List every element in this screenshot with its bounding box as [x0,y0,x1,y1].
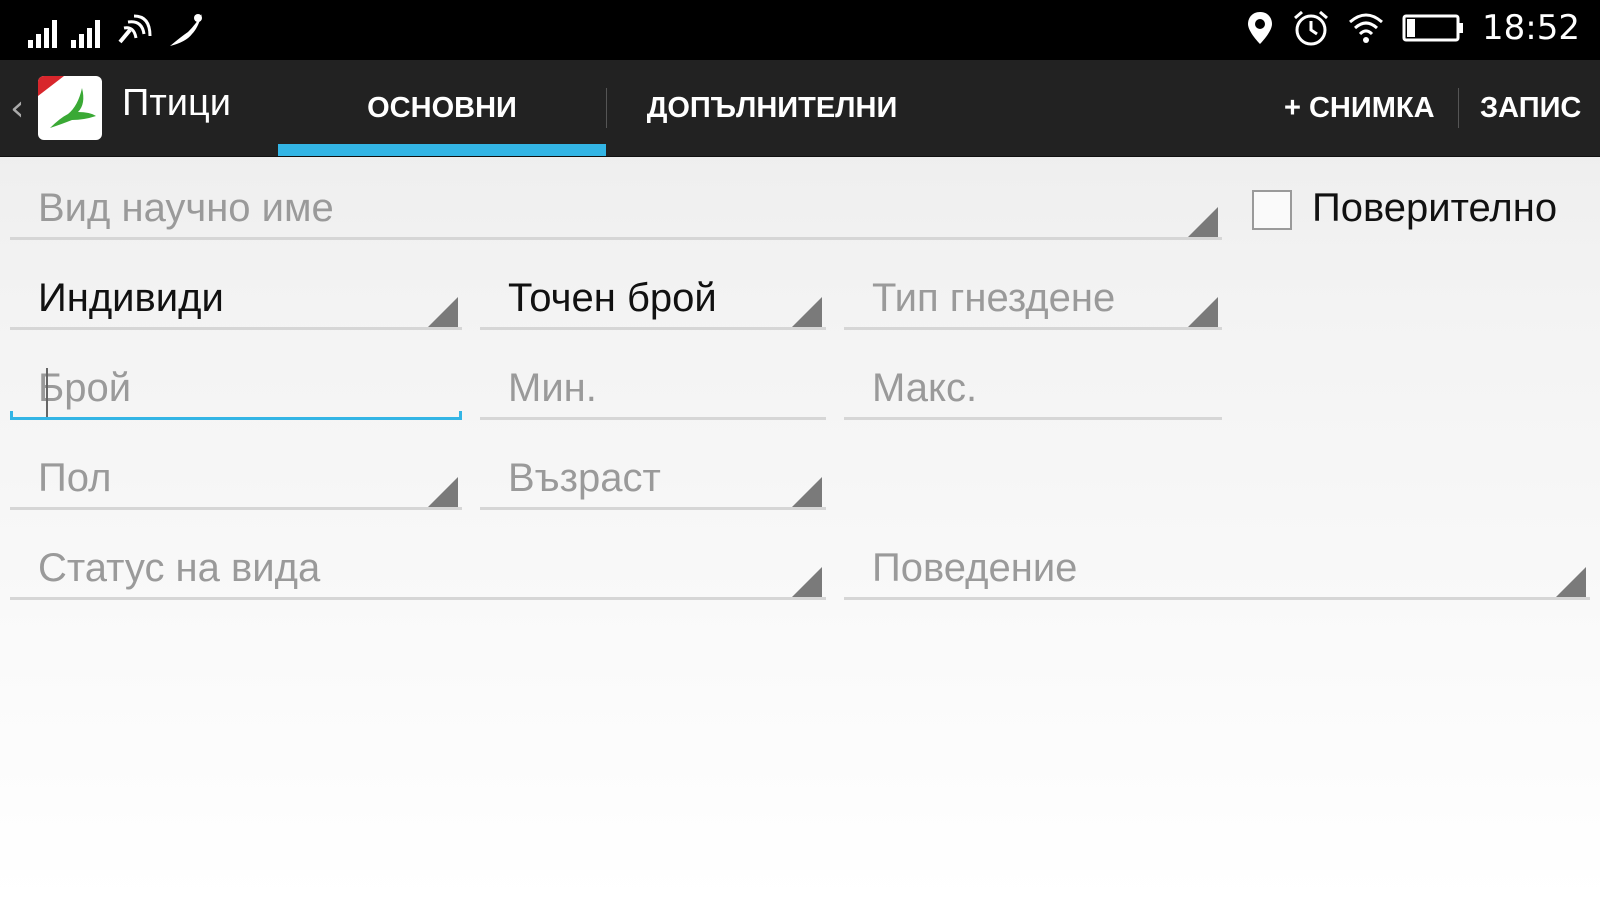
signal-icon [71,16,100,48]
age-placeholder: Възраст [508,456,661,500]
age-dropdown[interactable]: Възраст [480,450,826,510]
save-button[interactable]: ЗАПИС [1480,60,1581,156]
confidential-label: Поверително [1312,186,1558,230]
count-type-dropdown[interactable]: Точен брой [480,270,826,330]
unit-value: Индивиди [38,276,224,320]
bird-logo-icon [38,76,96,128]
clock-time: 18:52 [1482,8,1580,48]
field-underline [10,327,462,330]
add-photo-label: + СНИМКА [1284,91,1435,124]
dropdown-arrow-icon [428,477,458,507]
field-underline [480,417,826,420]
tab-divider [606,88,607,128]
tab-basic[interactable]: ОСНОВНИ [278,60,606,156]
sex-dropdown[interactable]: Пол [10,450,462,510]
dropdown-arrow-icon [792,567,822,597]
app-logo[interactable] [38,76,102,140]
min-placeholder: Мин. [508,366,597,410]
dropdown-arrow-icon [1556,567,1586,597]
back-chevron-icon[interactable]: ‹ [10,88,24,129]
field-underline [844,417,1222,420]
field-underline [480,507,826,510]
max-input[interactable]: Макс. [844,360,1222,420]
status-icons-left [28,12,208,48]
sex-placeholder: Пол [38,456,112,500]
tab-additional[interactable]: ДОПЪЛНИТЕЛНИ [608,60,936,156]
nesting-type-dropdown[interactable]: Тип гнездене [844,270,1222,330]
action-divider [1458,88,1459,128]
wifi-icon [1349,13,1384,43]
add-photo-button[interactable]: + СНИМКА [1284,60,1435,156]
status-bar: 18:52 [0,0,1600,60]
dropdown-arrow-icon [792,297,822,327]
dropdown-arrow-icon [428,297,458,327]
max-placeholder: Макс. [872,366,978,410]
unit-dropdown[interactable]: Индивиди [10,270,462,330]
behaviour-placeholder: Поведение [872,546,1078,590]
bird-notification-icon [170,14,202,46]
dropdown-arrow-icon [1188,297,1218,327]
status-icons-right: 18:52 [1246,8,1580,48]
text-cursor [46,368,48,420]
nesting-type-placeholder: Тип гнездене [872,276,1116,320]
tab-basic-label: ОСНОВНИ [367,91,517,124]
count-placeholder: Брой [38,366,132,410]
species-status-placeholder: Статус на вида [38,546,321,590]
app-title: Птици [122,82,231,124]
dropdown-arrow-icon [1188,207,1218,237]
action-bar: ‹ Птици ОСНОВНИ ДОПЪЛНИТЕЛНИ + СНИМКА ЗА… [0,60,1600,157]
count-input[interactable]: Брой [10,360,462,420]
field-underline [10,411,462,420]
field-underline [10,597,826,600]
species-dropdown[interactable]: Вид научно име [10,180,1222,240]
field-underline [10,237,1222,240]
tab-additional-label: ДОПЪЛНИТЕЛНИ [646,91,898,124]
behaviour-dropdown[interactable]: Поведение [844,540,1590,600]
confidential-checkbox[interactable] [1252,190,1292,230]
species-placeholder: Вид научно име [38,186,334,230]
species-status-dropdown[interactable]: Статус на вида [10,540,826,600]
dropdown-arrow-icon [792,477,822,507]
count-type-value: Точен брой [508,276,717,320]
save-label: ЗАПИС [1480,91,1582,124]
nfc-icon [118,14,152,44]
location-icon [1248,12,1273,44]
battery-icon [1402,14,1464,42]
field-underline [844,597,1590,600]
min-input[interactable]: Мин. [480,360,826,420]
active-tab-indicator [278,144,606,156]
signal-icon [28,16,57,48]
field-underline [480,327,826,330]
field-underline [10,507,462,510]
alarm-icon [1294,10,1328,46]
field-underline [844,327,1222,330]
